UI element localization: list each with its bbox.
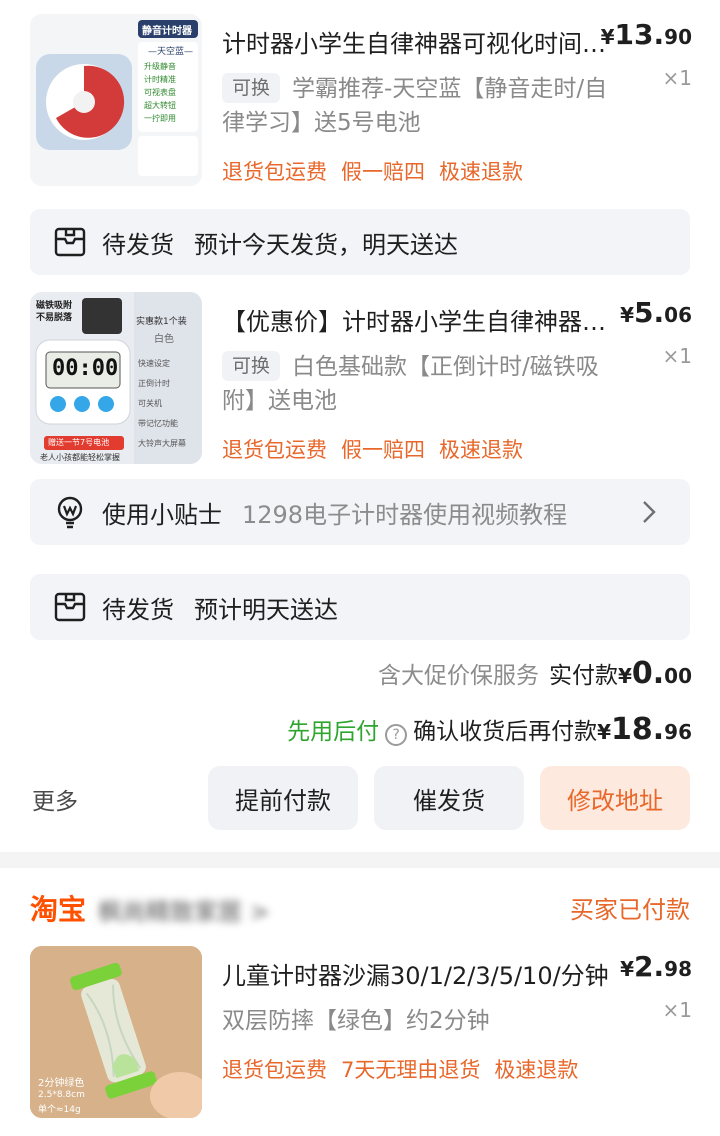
- price-decimal: 06: [664, 303, 692, 327]
- lightbulb-icon: [57, 496, 83, 529]
- thumb-feature: 可关机: [138, 399, 162, 408]
- product-quantity: ×1: [662, 66, 692, 90]
- service-tag: 7天无理由退货: [341, 1058, 481, 1082]
- service-tag: 假一赔四: [341, 160, 425, 184]
- pay-later-label: 先用后付: [287, 719, 380, 745]
- taobao-logo[interactable]: 淘宝: [30, 888, 86, 928]
- tips-text: 1298电子计时器使用视频教程: [242, 500, 568, 529]
- thumb-feature-list: 升级静音 计时精准 可视表盘 超大转钮 一拧即用: [144, 60, 176, 125]
- prepay-button[interactable]: 提前付款: [208, 766, 358, 830]
- pay-after-text: 确认收货后再付款: [413, 719, 598, 745]
- product-thumbnail-3[interactable]: 2分钟绿色 2.5*8.8cm 单个≈14g: [30, 946, 202, 1118]
- thumb-feature-list: 快速设定 正倒计时 可关机 带记忆功能 大铃声大屏幕: [138, 354, 186, 454]
- service-tag: 假一赔四: [341, 438, 425, 462]
- thumb-heading: 静音计时器: [142, 26, 192, 37]
- service-tag: 极速退款: [439, 438, 523, 462]
- thumb-footer: 赠送一节7号电池: [48, 438, 110, 447]
- thumb-heading: 磁铁吸附 不易脱落: [36, 301, 73, 323]
- section-divider: [0, 852, 720, 868]
- change-address-button[interactable]: 修改地址: [540, 766, 690, 830]
- order-status: 买家已付款: [570, 896, 690, 924]
- service-tag: 退货包运费: [222, 438, 327, 462]
- service-tags: 退货包运费 7天无理由退货 极速退款: [222, 1054, 592, 1084]
- product-spec: 可换 学霸推荐-天空蓝【静音走时/自律学习】送5号电池: [222, 72, 622, 140]
- usage-tips-bar[interactable]: 使用小贴士 1298电子计时器使用视频教程: [30, 479, 690, 545]
- paid-label: 实付款: [548, 663, 618, 689]
- price-integer: 2.: [634, 950, 665, 983]
- product-title[interactable]: 儿童计时器沙漏30/1/2/3/5/10/分钟: [222, 960, 612, 992]
- currency-symbol: ¥: [617, 664, 632, 688]
- price-integer: 13.: [614, 18, 665, 51]
- thumb-subheading: —天空蓝—: [148, 47, 194, 57]
- thumb-badge-color: 白色: [154, 334, 174, 345]
- currency-symbol: ¥: [597, 720, 611, 744]
- shipping-eta: 预计今天发货，明天送达: [194, 230, 458, 259]
- package-icon: [54, 592, 86, 622]
- service-tag: 退货包运费: [222, 1058, 327, 1082]
- thumb-feature: 大铃声大屏幕: [138, 439, 186, 448]
- shipping-status-bar: 待发货 预计明天送达: [30, 574, 690, 640]
- package-icon: [54, 227, 86, 257]
- service-tags: 退货包运费 假一赔四 极速退款: [222, 434, 537, 464]
- due-decimal: 96: [664, 720, 692, 744]
- product-price: ¥2.98: [620, 950, 692, 983]
- product-title[interactable]: 【优惠价】计时器小学生自律神器厨房: [222, 306, 612, 338]
- thumb-feature: 超大转钮: [144, 101, 176, 110]
- service-tag: 极速退款: [439, 160, 523, 184]
- service-tag: 极速退款: [494, 1058, 579, 1082]
- service-tags: 退货包运费 假一赔四 极速退款: [222, 156, 537, 186]
- product-spec: 可换 白色基础款【正倒计时/磁铁吸附】送电池: [222, 350, 622, 418]
- pay-later-summary: 先用后付 ? 确认收货后再付款 ¥18. 96: [287, 712, 692, 747]
- swap-tag[interactable]: 可换: [222, 73, 281, 103]
- due-integer: 18.: [611, 712, 665, 747]
- swap-tag[interactable]: 可换: [222, 351, 281, 381]
- product-quantity: ×1: [662, 998, 692, 1022]
- price-decimal: 98: [664, 957, 692, 981]
- shipping-eta: 预计明天送达: [194, 595, 338, 624]
- paid-integer: 0.: [631, 656, 665, 691]
- timer-product-image: [30, 14, 202, 186]
- chevron-right-icon: [643, 501, 656, 523]
- product-title[interactable]: 计时器小学生自律神器可视化时间管理: [222, 28, 612, 60]
- product-quantity: ×1: [662, 344, 692, 368]
- tips-label: 使用小贴士: [102, 500, 222, 529]
- product-thumbnail-1[interactable]: 静音计时器 —天空蓝— 升级静音 计时精准 可视表盘 超大转钮 一拧即用: [30, 14, 202, 186]
- thumb-footer-2: 老人小孩都能轻松掌握: [40, 453, 120, 462]
- thumb-feature: 可视表盘: [144, 88, 176, 97]
- spec-text: 双层防摔【绿色】约2分钟: [222, 1008, 490, 1034]
- product-thumbnail-2[interactable]: 磁铁吸附 不易脱落 实惠款1个装 白色 00:00 快速设定 正倒计时 可关机 …: [30, 292, 202, 464]
- thumb-feature: 正倒计时: [138, 379, 170, 388]
- shipping-status: 待发货: [102, 230, 174, 259]
- currency-symbol: ¥: [600, 25, 615, 49]
- thumb-caption: 2分钟绿色: [38, 1078, 85, 1089]
- thumb-feature: 升级静音: [144, 62, 176, 71]
- thumb-feature: 一拧即用: [144, 114, 176, 123]
- thumb-feature: 带记忆功能: [138, 419, 178, 428]
- urge-shipping-button[interactable]: 催发货: [374, 766, 524, 830]
- service-tag: 退货包运费: [222, 160, 327, 184]
- shipping-status: 待发货: [102, 595, 174, 624]
- paid-summary: 含大促价保服务 实付款¥0.00: [378, 656, 692, 691]
- price-decimal: 90: [664, 25, 692, 49]
- thumb-digits: 00:00: [52, 356, 119, 381]
- product-spec: 双层防摔【绿色】约2分钟: [222, 1004, 622, 1038]
- more-button[interactable]: 更多: [32, 782, 78, 816]
- thumb-feature: 快速设定: [138, 359, 170, 368]
- thumb-caption-3: 单个≈14g: [38, 1105, 81, 1115]
- shipping-status-bar: 待发货 预计今天发货，明天送达: [30, 209, 690, 275]
- thumb-badge: 实惠款1个装: [136, 317, 187, 327]
- help-icon[interactable]: ?: [385, 724, 408, 746]
- price-integer: 5.: [634, 296, 665, 329]
- thumb-caption-2: 2.5*8.8cm: [38, 1090, 85, 1100]
- currency-symbol: ¥: [620, 957, 635, 981]
- currency-symbol: ¥: [620, 303, 635, 327]
- product-price: ¥13.90: [601, 18, 692, 51]
- paid-decimal: 00: [664, 664, 692, 688]
- price-protection-note: 含大促价保服务: [377, 663, 539, 689]
- product-price: ¥5.06: [620, 296, 692, 329]
- shop-name[interactable]: 枫尚精致家居 >: [98, 892, 270, 927]
- thumb-feature: 计时精准: [144, 75, 176, 84]
